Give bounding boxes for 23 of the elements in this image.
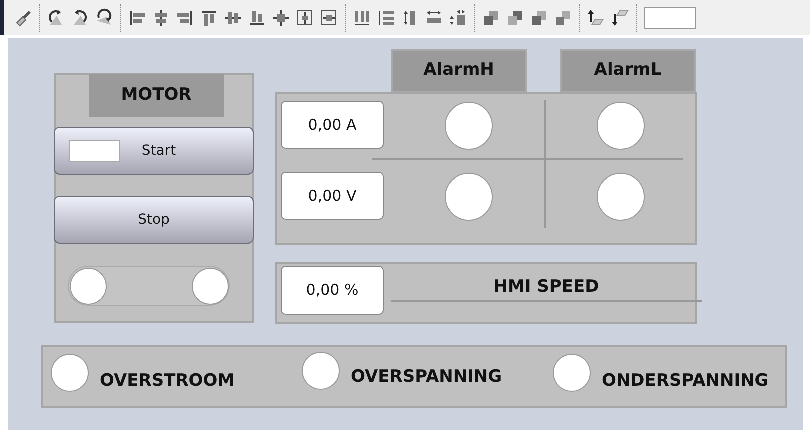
value-field: 0,00 A — [281, 101, 384, 149]
alarm-label: ONDERSPANNING — [602, 370, 769, 393]
bring-forward-icon[interactable] — [586, 8, 606, 28]
center-icon[interactable] — [271, 8, 291, 28]
switch-knob — [70, 268, 107, 305]
alarm-label: OVERSPANNING — [351, 366, 502, 389]
alarm-label: OVERSTROOM — [100, 370, 235, 393]
zoom-field[interactable] — [644, 6, 696, 28]
column-header: AlarmL — [560, 49, 696, 93]
panel-title: MOTOR — [89, 74, 224, 117]
motor-button[interactable]: Stop — [54, 196, 254, 244]
size-icon[interactable] — [448, 8, 468, 28]
status-field — [69, 140, 120, 162]
send-backward-icon[interactable] — [610, 8, 630, 28]
value-field: 0,00 V — [281, 172, 384, 220]
center-vertical-icon[interactable] — [295, 8, 315, 28]
column-header: AlarmH — [391, 49, 527, 93]
value-field: 0,00 % — [281, 266, 384, 315]
switch-knob — [192, 268, 229, 305]
speed-label: HMI SPEED — [391, 275, 702, 302]
center-horizontal-icon[interactable] — [319, 8, 339, 28]
toggle-switch[interactable] — [68, 266, 230, 306]
motor-button[interactable]: Start — [54, 127, 254, 175]
